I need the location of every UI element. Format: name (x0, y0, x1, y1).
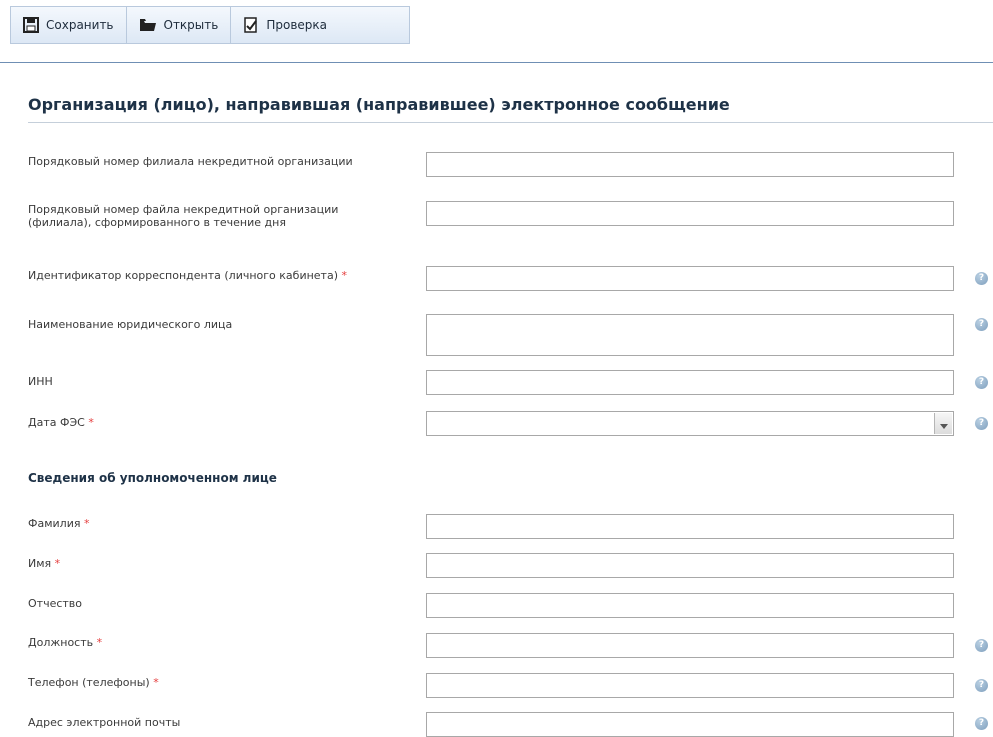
section-divider (28, 122, 993, 123)
help-icon[interactable]: ? (975, 717, 988, 730)
required-marker: * (88, 416, 94, 429)
patronymic-input[interactable] (426, 593, 954, 618)
inn-input[interactable] (426, 370, 954, 395)
surname-input[interactable] (426, 514, 954, 539)
email-input[interactable] (426, 712, 954, 737)
save-button[interactable]: Сохранить (11, 7, 127, 43)
name-input[interactable] (426, 553, 954, 578)
floppy-disk-icon (23, 17, 39, 33)
check-label: Проверка (266, 18, 327, 32)
subsection-title: Сведения об уполномоченном лице (28, 471, 277, 485)
correspondent-id-label: Идентификатор корреспондента (личного ка… (28, 269, 348, 282)
help-icon[interactable]: ? (975, 376, 988, 389)
position-label: Должность * (28, 636, 103, 649)
required-marker: * (153, 676, 159, 689)
branch-number-label: Порядковый номер филиала некредитной орг… (28, 155, 353, 168)
required-marker: * (341, 269, 348, 282)
surname-label: Фамилия * (28, 517, 90, 530)
phone-label: Телефон (телефоны) * (28, 676, 159, 689)
open-button[interactable]: Открыть (127, 7, 232, 43)
position-input[interactable] (426, 633, 954, 658)
file-number-label: Порядковый номер файла некредитной орган… (28, 203, 339, 229)
required-marker: * (83, 517, 90, 530)
save-label: Сохранить (46, 18, 114, 32)
folder-icon (139, 18, 157, 32)
section-title: Организация (лицо), направившая (направи… (28, 95, 730, 114)
legal-name-label: Наименование юридического лица (28, 318, 233, 331)
toolbar: Сохранить Открыть Проверка (10, 6, 410, 44)
toolbar-divider (0, 62, 993, 63)
legal-name-input[interactable] (426, 314, 954, 356)
dropdown-button[interactable] (934, 413, 952, 434)
fes-date-select[interactable] (426, 411, 954, 436)
help-icon[interactable]: ? (975, 679, 988, 692)
inn-label: ИНН (28, 375, 53, 388)
correspondent-id-input[interactable] (426, 266, 954, 291)
help-icon[interactable]: ? (975, 318, 988, 331)
name-label: Имя * (28, 557, 61, 570)
phone-input[interactable] (426, 673, 954, 698)
required-marker: * (96, 636, 103, 649)
chevron-down-icon (939, 414, 948, 433)
document-check-icon (243, 17, 259, 33)
required-marker: * (54, 557, 61, 570)
file-number-input[interactable] (426, 201, 954, 226)
help-icon[interactable]: ? (975, 639, 988, 652)
patronymic-label: Отчество (28, 597, 83, 610)
branch-number-input[interactable] (426, 152, 954, 177)
help-icon[interactable]: ? (975, 417, 988, 430)
open-label: Открыть (163, 18, 219, 32)
fes-date-label: Дата ФЭС * (28, 416, 94, 429)
help-icon[interactable]: ? (975, 272, 988, 285)
email-label: Адрес электронной почты (28, 716, 181, 729)
check-button[interactable]: Проверка (231, 7, 339, 43)
